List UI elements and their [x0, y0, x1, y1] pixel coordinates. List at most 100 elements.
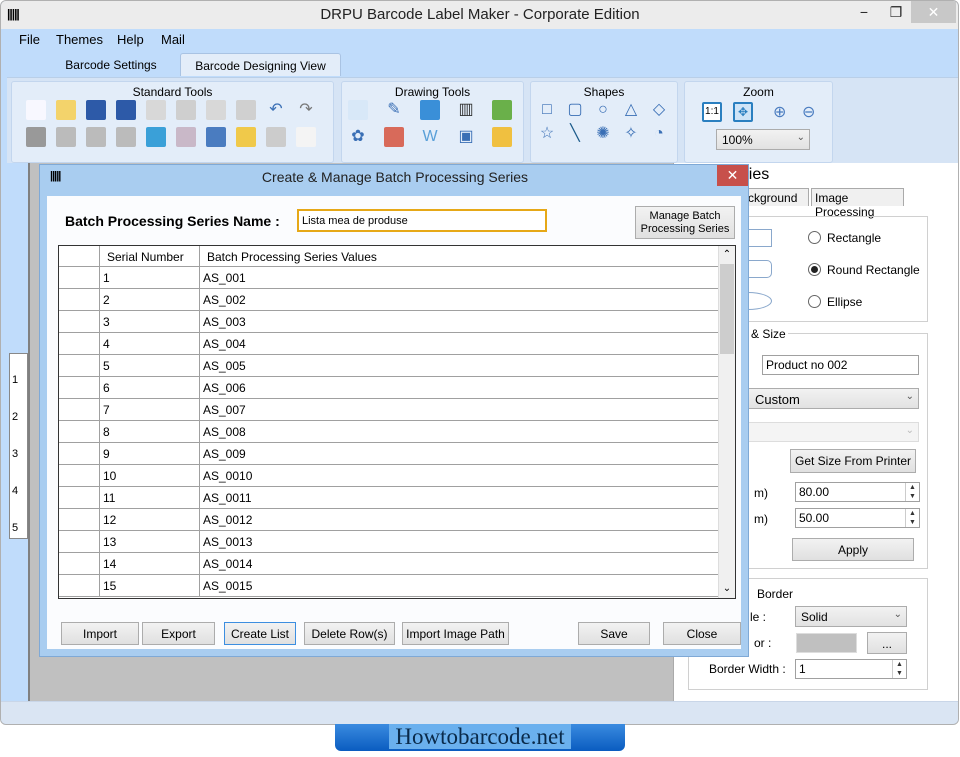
row-header[interactable] — [59, 575, 100, 596]
serial-number-cell[interactable]: 7 — [100, 399, 200, 420]
border-width-spinner[interactable]: 1 ▲ ▼ — [795, 659, 907, 679]
table-row[interactable]: 1 AS_001 — [59, 267, 718, 289]
size-select[interactable]: Custom ⌄ — [744, 388, 919, 409]
library-icon[interactable] — [384, 127, 404, 147]
series-value-cell[interactable]: AS_001 — [200, 267, 718, 288]
table-row[interactable]: 2 AS_002 — [59, 289, 718, 311]
save-icon[interactable] — [86, 100, 106, 120]
clipart-icon[interactable] — [492, 127, 512, 147]
row-header[interactable] — [59, 267, 100, 288]
serial-number-cell[interactable]: 6 — [100, 377, 200, 398]
blob-shape-icon[interactable]: ✿ — [348, 127, 368, 147]
image-icon[interactable] — [492, 100, 512, 120]
delete-rows-button[interactable]: Delete Row(s) — [304, 622, 395, 645]
series-value-cell[interactable]: AS_0014 — [200, 553, 718, 574]
paste-icon[interactable] — [176, 100, 196, 120]
series-value-cell[interactable]: AS_009 — [200, 443, 718, 464]
manage-batch-series-button[interactable]: Manage Batch Processing Series — [635, 206, 735, 239]
rectangle-shape-icon[interactable]: □ — [537, 100, 557, 120]
tab-image-processing[interactable]: Image Processing — [811, 188, 904, 219]
zoom-select[interactable]: 100% ⌄ — [716, 129, 810, 150]
serial-number-cell[interactable]: 13 — [100, 531, 200, 552]
table-row[interactable]: 6 AS_006 — [59, 377, 718, 399]
row-header[interactable] — [59, 311, 100, 332]
row-header[interactable] — [59, 289, 100, 310]
row-header[interactable] — [59, 553, 100, 574]
series-value-cell[interactable]: AS_002 — [200, 289, 718, 310]
width-spinner[interactable]: 80.00 ▲ ▼ — [795, 482, 920, 502]
spinner-arrows-icon[interactable]: ▲ ▼ — [892, 660, 906, 678]
serial-number-cell[interactable]: 12 — [100, 509, 200, 530]
series-value-cell[interactable]: AS_007 — [200, 399, 718, 420]
table-row[interactable]: 7 AS_007 — [59, 399, 718, 421]
menu-help[interactable]: Help — [117, 32, 144, 47]
serial-number-cell[interactable]: 8 — [100, 421, 200, 442]
pencil-icon[interactable]: ✎ — [384, 100, 404, 120]
radio-ellipse[interactable] — [808, 295, 821, 308]
table-row[interactable]: 11 AS_0011 — [59, 487, 718, 509]
column-header-serial-number[interactable]: Serial Number — [100, 246, 200, 266]
line-shape-icon[interactable]: ╲ — [565, 124, 585, 144]
table-row[interactable]: 15 AS_0015 — [59, 575, 718, 597]
picture-icon[interactable] — [420, 100, 440, 120]
series-value-cell[interactable]: AS_0013 — [200, 531, 718, 552]
row-header[interactable] — [59, 421, 100, 442]
burst-shape-icon[interactable]: ✺ — [593, 124, 613, 144]
unlock-icon[interactable] — [116, 127, 136, 147]
fit-to-window-icon[interactable]: ✥ — [733, 102, 753, 122]
zoom-in-icon[interactable]: ⊕ — [773, 102, 793, 122]
table-row[interactable]: 14 AS_0014 — [59, 553, 718, 575]
star-shape-icon[interactable]: ☆ — [537, 124, 557, 144]
copy-icon[interactable] — [146, 100, 166, 120]
table-row[interactable]: 10 AS_0010 — [59, 465, 718, 487]
label-name-input[interactable]: Product no 002 — [762, 355, 919, 375]
barcode-icon[interactable]: ▥ — [456, 100, 476, 120]
series-value-cell[interactable]: AS_006 — [200, 377, 718, 398]
table-row[interactable]: 5 AS_005 — [59, 355, 718, 377]
border-style-select[interactable]: Solid ⌄ — [795, 606, 907, 627]
undo-icon[interactable]: ↶ — [266, 100, 286, 120]
serial-number-cell[interactable]: 1 — [100, 267, 200, 288]
close-dialog-button[interactable]: Close — [663, 622, 741, 645]
import-button[interactable]: Import — [61, 622, 139, 645]
scroll-up-icon[interactable]: ⌃ — [719, 246, 735, 264]
row-header[interactable] — [59, 509, 100, 530]
table-row[interactable]: 3 AS_003 — [59, 311, 718, 333]
serial-number-cell[interactable]: 15 — [100, 575, 200, 596]
serial-number-cell[interactable]: 9 — [100, 443, 200, 464]
redo-icon[interactable]: ↷ — [296, 100, 316, 120]
tab-barcode-settings[interactable]: Barcode Settings — [46, 53, 176, 76]
table-row[interactable]: 9 AS_009 — [59, 443, 718, 465]
open-icon[interactable] — [56, 100, 76, 120]
series-value-cell[interactable]: AS_0012 — [200, 509, 718, 530]
table-row[interactable]: 13 AS_0013 — [59, 531, 718, 553]
get-size-from-printer-button[interactable]: Get Size From Printer — [790, 449, 916, 473]
serial-number-cell[interactable]: 14 — [100, 553, 200, 574]
restore-button[interactable]: ❐ — [883, 4, 909, 26]
pie-shape-icon[interactable]: ◔ — [649, 124, 669, 144]
lock-icon[interactable] — [86, 127, 106, 147]
menu-mail[interactable]: Mail — [161, 32, 185, 47]
tab-barcode-designing-view[interactable]: Barcode Designing View — [180, 53, 341, 76]
row-header[interactable] — [59, 355, 100, 376]
grid-icon[interactable] — [146, 127, 166, 147]
export-button[interactable]: Export — [142, 622, 215, 645]
save-button[interactable]: Save — [578, 622, 650, 645]
four-point-star-icon[interactable]: ✧ — [621, 124, 641, 144]
new-icon[interactable] — [26, 100, 46, 120]
import-image-path-button[interactable]: Import Image Path — [402, 622, 509, 645]
serial-number-cell[interactable]: 3 — [100, 311, 200, 332]
send-back-icon[interactable] — [56, 127, 76, 147]
create-list-button[interactable]: Create List — [224, 622, 296, 645]
row-header[interactable] — [59, 399, 100, 420]
delete-icon[interactable] — [236, 100, 256, 120]
series-value-cell[interactable]: AS_005 — [200, 355, 718, 376]
serial-number-cell[interactable]: 11 — [100, 487, 200, 508]
spinner-arrows-icon[interactable]: ▲ ▼ — [905, 483, 919, 501]
series-value-cell[interactable]: AS_008 — [200, 421, 718, 442]
close-button[interactable]: ✕ — [911, 1, 956, 23]
row-header[interactable] — [59, 333, 100, 354]
menu-file[interactable]: File — [19, 32, 40, 47]
serial-number-cell[interactable]: 4 — [100, 333, 200, 354]
export-icon[interactable] — [296, 127, 316, 147]
